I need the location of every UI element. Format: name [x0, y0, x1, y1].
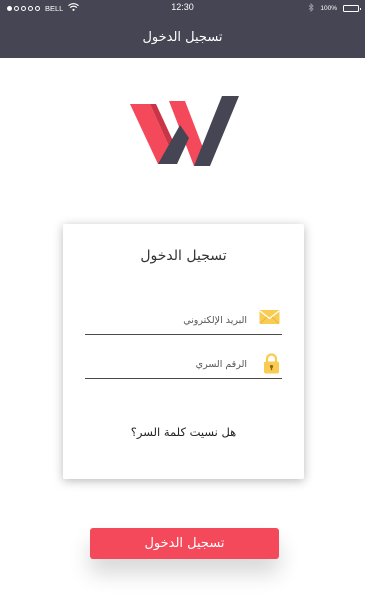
card-title: تسجيل الدخول: [140, 248, 227, 264]
forgot-password-link[interactable]: هل نسيت كلمة السر؟: [63, 425, 304, 439]
login-card: تسجيل الدخول هل نسيت كلمة السر؟: [63, 224, 304, 479]
lock-icon: [263, 353, 280, 378]
battery-percentage: 100%: [320, 5, 337, 12]
app-logo: [130, 96, 239, 166]
logo-dark-stroke: [158, 96, 239, 166]
status-bar-right: 100%: [308, 2, 361, 14]
status-bar: BELL 12:30 100%: [0, 0, 365, 16]
password-field: [85, 350, 282, 379]
email-input[interactable]: [85, 306, 251, 334]
battery-icon: [343, 5, 361, 12]
nav-bar: تسجيل الدخول: [0, 16, 365, 58]
bluetooth-icon: [308, 2, 315, 14]
password-input[interactable]: [85, 350, 251, 378]
email-field: [85, 306, 282, 335]
envelope-icon: [259, 309, 280, 329]
login-button[interactable]: تسجيل الدخول: [90, 528, 279, 559]
nav-title: تسجيل الدخول: [142, 29, 223, 45]
